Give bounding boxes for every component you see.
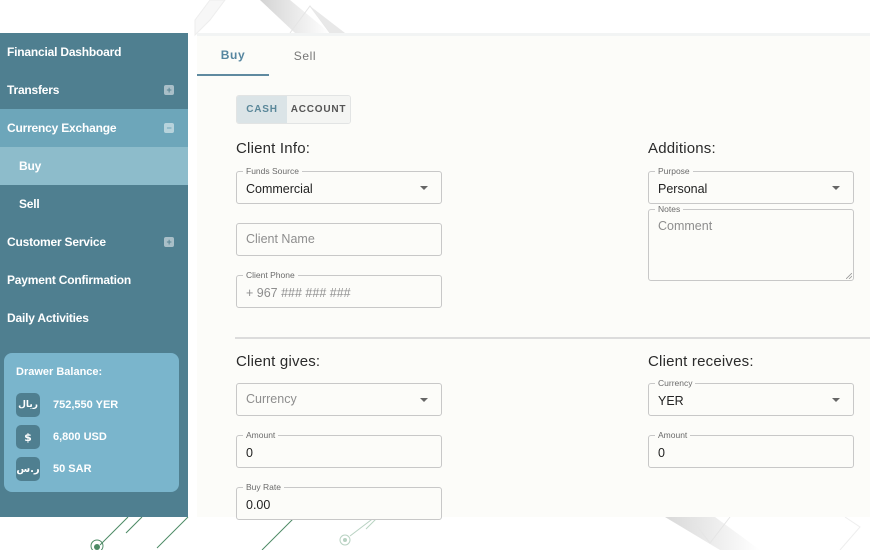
buy-rate-input[interactable]: Buy Rate 0.00	[236, 482, 442, 520]
expand-icon[interactable]: +	[164, 85, 174, 95]
field-value: YER	[658, 394, 684, 408]
dropdown-arrow-icon	[832, 398, 840, 402]
field-label: Purpose	[655, 166, 693, 176]
sidebar-item-currency-exchange[interactable]: Currency Exchange −	[0, 109, 188, 147]
sidebar: Financial Dashboard Transfers + Currency…	[0, 33, 188, 517]
receives-amount-input[interactable]: Amount 0	[648, 430, 854, 468]
drawer-balance-card: Drawer Balance: ريال 752,550 YER $ 6,800…	[4, 353, 179, 492]
balance-row-usd: $ 6,800 USD	[16, 425, 167, 449]
client-info-heading: Client Info:	[236, 140, 311, 157]
field-value: 0.00	[246, 498, 271, 512]
sidebar-item-daily-activities[interactable]: Daily Activities	[0, 299, 188, 337]
sidebar-item-label: Currency Exchange	[7, 121, 117, 135]
field-value: 0	[246, 446, 253, 460]
balance-value: 6,800 USD	[53, 431, 107, 443]
field-placeholder: Client Name	[246, 232, 315, 246]
field-placeholder: Currency	[246, 392, 297, 406]
sidebar-item-label: Customer Service	[7, 235, 106, 249]
field-value: Personal	[658, 182, 708, 196]
field-label: Notes	[655, 204, 684, 214]
field-label: Client Phone	[243, 270, 298, 280]
cash-button[interactable]: CASH	[237, 96, 287, 123]
sidebar-item-buy[interactable]: Buy	[0, 147, 188, 185]
receives-currency-select[interactable]: Currency YER	[648, 378, 854, 416]
sidebar-item-label: Payment Confirmation	[7, 273, 132, 287]
funds-source-select[interactable]: Funds Source Commercial	[236, 166, 442, 204]
sidebar-item-label: Financial Dashboard	[7, 45, 122, 59]
client-gives-heading: Client gives:	[236, 353, 321, 370]
dollar-icon: $	[16, 425, 40, 449]
field-label: Buy Rate	[243, 482, 284, 492]
dropdown-arrow-icon	[420, 398, 428, 402]
sidebar-item-financial-dashboard[interactable]: Financial Dashboard	[0, 33, 188, 71]
gives-amount-input[interactable]: Amount 0	[236, 430, 442, 468]
notes-textarea[interactable]: Notes Comment	[648, 204, 854, 281]
field-label: Funds Source	[243, 166, 302, 176]
payment-mode-toggle: CASH ACCOUNT	[236, 95, 351, 124]
sidebar-item-sell[interactable]: Sell	[0, 185, 188, 223]
purpose-select[interactable]: Purpose Personal	[648, 166, 854, 204]
exchange-form-panel: Buy Sell CASH ACCOUNT Client Info: Funds…	[197, 33, 870, 520]
gives-currency-select[interactable]: Currency	[236, 383, 442, 416]
sidebar-item-payment-confirmation[interactable]: Payment Confirmation	[0, 261, 188, 299]
sidebar-item-label: Buy	[19, 159, 42, 173]
client-name-input[interactable]: Client Name	[236, 223, 442, 256]
page: Financial Dashboard Transfers + Currency…	[0, 0, 870, 550]
additions-heading: Additions:	[648, 140, 716, 157]
balance-value: 50 SAR	[53, 463, 92, 475]
sidebar-item-label: Daily Activities	[7, 311, 89, 325]
client-receives-heading: Client receives:	[648, 353, 754, 370]
field-value: 0	[658, 446, 665, 460]
sidebar-item-label: Sell	[19, 197, 40, 211]
section-divider	[235, 337, 870, 339]
sidebar-item-customer-service[interactable]: Customer Service +	[0, 223, 188, 261]
field-placeholder: Comment	[658, 219, 713, 233]
field-label: Amount	[655, 430, 691, 440]
transaction-tabs: Buy Sell	[197, 36, 341, 76]
sidebar-item-label: Transfers	[7, 83, 60, 97]
drawer-balance-title: Drawer Balance:	[16, 366, 103, 378]
client-phone-input[interactable]: Client Phone + 967 ### ### ###	[236, 270, 442, 308]
collapse-icon[interactable]: −	[164, 123, 174, 133]
balance-value: 752,550 YER	[53, 399, 119, 411]
dropdown-arrow-icon	[832, 186, 840, 190]
resize-handle-icon[interactable]	[846, 273, 852, 279]
field-placeholder: + 967 ### ### ###	[246, 286, 351, 300]
account-button[interactable]: ACCOUNT	[287, 96, 350, 123]
balance-row-yer: ريال 752,550 YER	[16, 393, 167, 417]
dropdown-arrow-icon	[420, 186, 428, 190]
sidebar-item-transfers[interactable]: Transfers +	[0, 71, 188, 109]
field-label: Amount	[243, 430, 279, 440]
expand-icon[interactable]: +	[164, 237, 174, 247]
riyal-icon: ريال	[16, 393, 40, 417]
tab-sell[interactable]: Sell	[269, 36, 341, 76]
saudi-riyal-icon: ر.س	[16, 457, 40, 481]
balance-row-sar: ر.س 50 SAR	[16, 457, 167, 481]
tab-buy[interactable]: Buy	[197, 36, 269, 76]
field-label: Currency	[655, 378, 696, 388]
field-value: Commercial	[246, 182, 313, 196]
